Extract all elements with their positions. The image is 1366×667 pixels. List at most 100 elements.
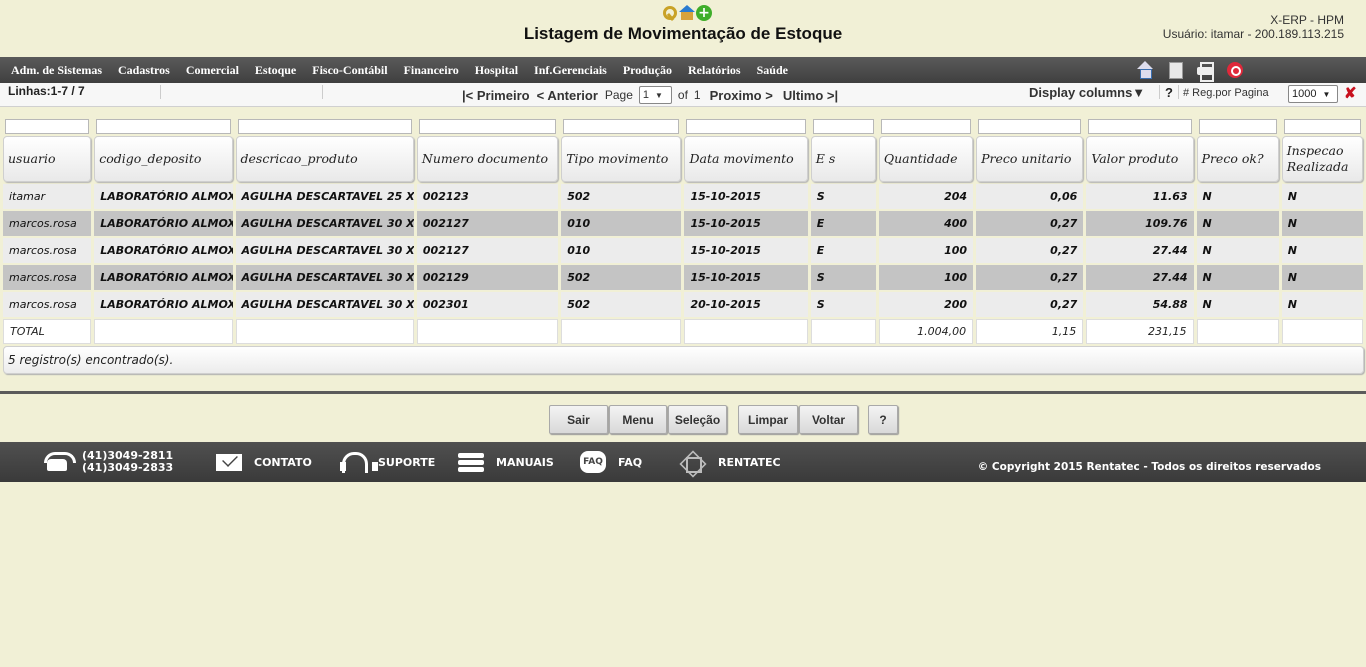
cell-preco-ok: N [1196, 238, 1279, 263]
cell-tipo-movimento: 010 [561, 211, 682, 236]
back-button[interactable]: Voltar [799, 405, 858, 434]
close-filter-icon[interactable]: ✘ [1344, 84, 1357, 102]
filter-input-preco-ok[interactable] [1198, 119, 1277, 134]
cell-tipo-movimento: 502 [561, 292, 682, 317]
document-icon[interactable] [1166, 61, 1184, 79]
menu-item-fisco-contabil[interactable]: Fisco-Contábil [312, 63, 387, 78]
menu-item-estoque[interactable]: Estoque [255, 63, 296, 78]
cell-descricao-produto: AGULHA DESCARTAVEL 30 X 8 [235, 292, 414, 317]
column-header-usuario[interactable]: usuario [3, 136, 92, 182]
cell-codigo-deposito: LABORATÓRIO ALMOX [94, 292, 233, 317]
total-cell [416, 319, 559, 344]
cell-usuario: marcos.rosa [3, 265, 92, 290]
user-info: Usuário: itamar - 200.189.113.215 [1162, 27, 1344, 41]
filter-input-data-movimento[interactable] [686, 119, 806, 134]
footer-faq-link[interactable]: FAQ FAQ [580, 442, 642, 482]
page-select[interactable]: 1 ▼ [638, 86, 672, 104]
menu-item-producao[interactable]: Produção [623, 63, 672, 78]
menu-item-relatorios[interactable]: Relatórios [688, 63, 741, 78]
filter-input-descricao-produto[interactable] [237, 119, 412, 134]
total-cell [561, 319, 682, 344]
column-header-descricao-produto[interactable]: descricao_produto [235, 136, 414, 182]
clear-button[interactable]: Limpar [738, 405, 798, 434]
menu-item-saude[interactable]: Saúde [757, 63, 788, 78]
display-columns-dropdown[interactable]: Display columns▼ [1029, 85, 1145, 100]
table-row[interactable]: itamar LABORATÓRIO ALMOX AGULHA DESCARTA… [3, 184, 1363, 209]
menu-item-financeiro[interactable]: Financeiro [404, 63, 459, 78]
phone-icon [44, 451, 76, 473]
menu-item-comercial[interactable]: Comercial [186, 63, 239, 78]
filter-input-tipo-movimento[interactable] [563, 119, 680, 134]
printer-icon[interactable] [1196, 61, 1214, 82]
next-page-link[interactable]: Proximo > [710, 88, 773, 103]
exit-button[interactable]: Sair [549, 405, 608, 434]
filter-input-preco-unitario[interactable] [978, 119, 1082, 134]
home-icon[interactable] [1136, 61, 1154, 79]
faq-label: FAQ [618, 455, 643, 469]
help-button[interactable]: ? [868, 405, 898, 434]
column-header-tipo-movimento[interactable]: Tipo movimento [561, 136, 682, 182]
footer-phones: (41)3049-2811 (41)3049-2833 [44, 442, 173, 482]
footer-manuals-link[interactable]: MANUAIS [458, 442, 554, 482]
column-header-valor-produto[interactable]: Valor produto [1086, 136, 1194, 182]
column-header-es[interactable]: E s [810, 136, 876, 182]
key-icon[interactable] [662, 5, 678, 21]
cell-numero-documento: 002127 [416, 238, 559, 263]
cell-data-movimento: 15-10-2015 [684, 238, 808, 263]
cell-usuario: marcos.rosa [3, 292, 92, 317]
filter-input-codigo-deposito[interactable] [96, 119, 231, 134]
cell-descricao-produto: AGULHA DESCARTAVEL 25 X 6 [235, 184, 414, 209]
page-header: + Listagem de Movimentação de Estoque X-… [0, 0, 1366, 57]
stock-movement-grid: usuario codigo_deposito descricao_produt… [0, 112, 1366, 346]
menu-item-inf-gerenciais[interactable]: Inf.Gerenciais [534, 63, 607, 78]
column-header-codigo-deposito[interactable]: codigo_deposito [94, 136, 233, 182]
records-per-page-select[interactable]: 1000 ▼ [1288, 85, 1338, 103]
selection-button[interactable]: Seleção [668, 405, 727, 434]
column-header-numero-documento[interactable]: Numero documento [416, 136, 559, 182]
menu-item-hospital[interactable]: Hospital [475, 63, 518, 78]
cell-es: S [810, 184, 876, 209]
cell-quantidade: 200 [878, 292, 974, 317]
filter-input-es[interactable] [812, 119, 874, 134]
table-row[interactable]: marcos.rosa LABORATÓRIO ALMOX AGULHA DES… [3, 265, 1363, 290]
table-row[interactable]: marcos.rosa LABORATÓRIO ALMOX AGULHA DES… [3, 238, 1363, 263]
cell-es: E [810, 238, 876, 263]
total-cell [94, 319, 233, 344]
cell-inspecao-realizada: N [1281, 265, 1363, 290]
add-icon[interactable]: + [696, 5, 712, 21]
column-header-preco-unitario[interactable]: Preco unitario [976, 136, 1084, 182]
footer-contact-link[interactable]: CONTATO [216, 442, 312, 482]
cell-es: S [810, 292, 876, 317]
power-icon[interactable] [1226, 61, 1244, 79]
previous-page-link[interactable]: < Anterior [537, 88, 598, 103]
column-header-quantidade[interactable]: Quantidade [878, 136, 974, 182]
menu-item-adm-sistemas[interactable]: Adm. de Sistemas [11, 63, 102, 78]
house-icon[interactable] [679, 5, 695, 21]
cell-preco-ok: N [1196, 292, 1279, 317]
filter-input-inspecao[interactable] [1283, 119, 1361, 134]
table-row[interactable]: marcos.rosa LABORATÓRIO ALMOX AGULHA DES… [3, 211, 1363, 236]
cell-preco-ok: N [1196, 265, 1279, 290]
column-header-inspecao-realizada[interactable]: Inspecao Realizada [1281, 136, 1363, 182]
filter-input-valor-produto[interactable] [1088, 119, 1192, 134]
filter-input-usuario[interactable] [5, 119, 90, 134]
column-header-data-movimento[interactable]: Data movimento [684, 136, 808, 182]
help-link[interactable]: ? [1165, 85, 1173, 100]
page-label: Page [604, 88, 633, 102]
filter-input-numero-documento[interactable] [418, 119, 557, 134]
filter-input-quantidade[interactable] [880, 119, 972, 134]
first-page-link[interactable]: |< Primeiro [462, 88, 530, 103]
footer-rentatec-link[interactable]: RENTATEC [680, 442, 781, 482]
cell-data-movimento: 15-10-2015 [684, 184, 808, 209]
cell-descricao-produto: AGULHA DESCARTAVEL 30 X 8 [235, 238, 414, 263]
table-row[interactable]: marcos.rosa LABORATÓRIO ALMOX AGULHA DES… [3, 292, 1363, 317]
last-page-link[interactable]: Ultimo >| [783, 88, 838, 103]
phone-number-2: (41)3049-2833 [82, 461, 174, 474]
footer-support-link[interactable]: SUPORTE [340, 442, 435, 482]
headset-icon [340, 451, 378, 473]
menu-button[interactable]: Menu [609, 405, 667, 434]
menu-item-cadastros[interactable]: Cadastros [118, 63, 170, 78]
column-header-preco-ok[interactable]: Preco ok? [1196, 136, 1279, 182]
cell-data-movimento: 15-10-2015 [684, 265, 808, 290]
manuals-label: MANUAIS [496, 455, 554, 469]
